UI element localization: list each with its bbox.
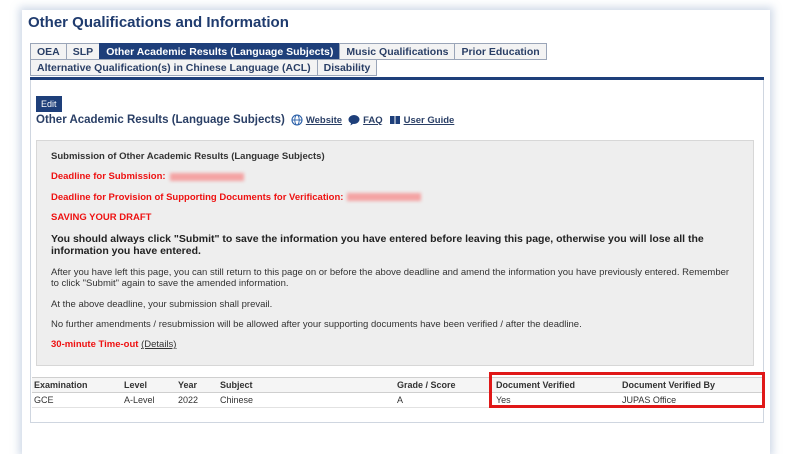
- deadline-documents: Deadline for Provision of Supporting Doc…: [51, 192, 739, 203]
- deadline-submission: Deadline for Submission:: [51, 171, 739, 182]
- globe-icon: [291, 114, 303, 126]
- tab-alternative-qualifications[interactable]: Alternative Qualification(s) in Chinese …: [30, 59, 318, 76]
- saving-draft-title: SAVING YOUR DRAFT: [51, 212, 152, 224]
- tab-music-qualifications[interactable]: Music Qualifications: [339, 43, 456, 60]
- submission-notice: Submission of Other Academic Results (La…: [36, 140, 754, 366]
- redacted-date: [169, 172, 244, 181]
- col-level: Level: [122, 377, 176, 393]
- col-year: Year: [176, 377, 218, 393]
- cell-examination: GCE: [32, 392, 122, 408]
- col-subject: Subject: [218, 377, 395, 393]
- cell-grade: A: [395, 392, 494, 408]
- cell-year: 2022: [176, 392, 218, 408]
- col-grade: Grade / Score: [395, 377, 494, 393]
- cell-subject: Chinese: [218, 392, 395, 408]
- highlight-box: [489, 372, 765, 408]
- faq-icon: [348, 115, 360, 126]
- tab-slp[interactable]: SLP: [65, 43, 101, 60]
- tab-prior-education[interactable]: Prior Education: [454, 43, 547, 60]
- website-link[interactable]: Website: [306, 115, 342, 126]
- col-examination: Examination: [32, 377, 122, 393]
- redacted-date: [347, 193, 422, 202]
- details-link[interactable]: (Details): [141, 339, 176, 350]
- book-icon: [389, 116, 400, 124]
- edit-button[interactable]: Edit: [36, 96, 62, 112]
- tab-disability[interactable]: Disability: [316, 59, 378, 76]
- section-title: Other Academic Results (Language Subject…: [36, 114, 285, 126]
- tab-oea[interactable]: OEA: [30, 43, 67, 60]
- tab-other-academic-results[interactable]: Other Academic Results (Language Subject…: [99, 43, 341, 60]
- cell-level: A-Level: [122, 392, 176, 408]
- notice-paragraph-2: At the above deadline, your submission s…: [51, 298, 273, 310]
- notice-paragraph-1: After you have left this page, you can s…: [51, 266, 730, 290]
- timeout-notice: 30-minute Time-out (Details): [51, 339, 177, 351]
- page-title: Other Qualifications and Information: [28, 14, 289, 31]
- faq-link[interactable]: FAQ: [363, 115, 383, 126]
- tab-bar: OEA SLP Other Academic Results (Language…: [30, 43, 764, 76]
- user-guide-link[interactable]: User Guide: [404, 115, 455, 126]
- notice-paragraph-3: No further amendments / resubmission wil…: [51, 318, 582, 330]
- section-header: Other Academic Results (Language Subject…: [36, 114, 454, 126]
- notice-heading: Submission of Other Academic Results (La…: [51, 151, 325, 162]
- saving-draft-text: You should always click "Submit" to save…: [51, 232, 704, 258]
